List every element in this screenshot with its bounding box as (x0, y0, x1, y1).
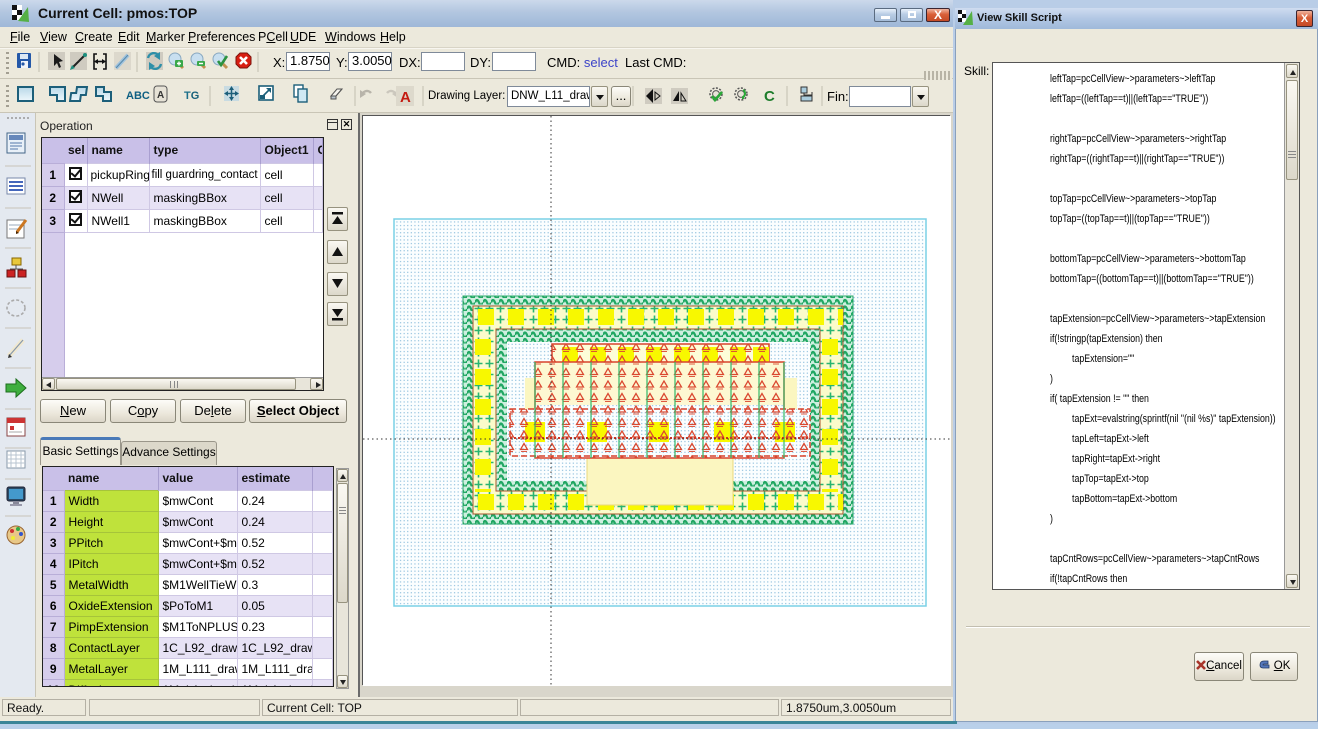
svg-text:TG: TG (184, 90, 199, 102)
svg-text:ABC: ABC (126, 90, 150, 102)
svg-text:C: C (764, 88, 775, 105)
svg-text:A: A (157, 90, 164, 101)
svg-text:A: A (400, 89, 411, 106)
